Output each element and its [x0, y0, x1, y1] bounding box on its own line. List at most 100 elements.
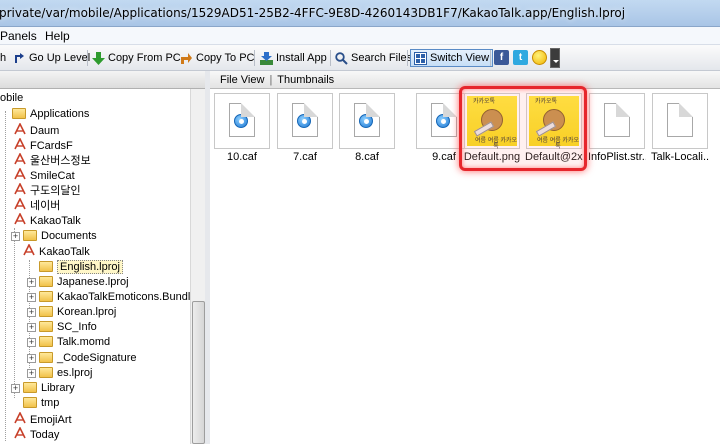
smiley-icon[interactable] [532, 50, 547, 65]
tree-item[interactable]: EmojiArt [2, 411, 72, 426]
file-thumbnail [277, 93, 333, 149]
file-thumbnail [339, 93, 395, 149]
expand-toggle[interactable]: + [27, 323, 36, 332]
document-icon [292, 103, 318, 137]
switch-view-label: Switch View [430, 52, 490, 64]
refresh-label: h [0, 52, 7, 64]
window-titlebar: private/var/mobile/Applications/1529AD51… [0, 0, 720, 27]
tree-item[interactable]: + SC_Info [27, 319, 97, 334]
file-view-label[interactable]: File View [220, 74, 264, 86]
tree-item[interactable]: Applications [0, 106, 89, 121]
tree-item[interactable]: + KakaoTalkEmoticons.Bundle [27, 289, 196, 304]
copy-to-pc-label: Copy To PC [196, 52, 255, 64]
tree-item[interactable]: KakaoTalk [11, 243, 90, 258]
file-item[interactable]: 7.caf [276, 93, 334, 163]
tree-item[interactable]: SmileCat [2, 167, 75, 182]
tree-item[interactable]: Daum [2, 122, 59, 137]
toolbar: h Go Up Level Copy From PC Copy To PC In… [0, 45, 720, 71]
tree-item[interactable]: FCardsF [2, 137, 73, 152]
tree-item[interactable]: + Japanese.lproj [27, 274, 129, 289]
scrollbar-thumb[interactable] [192, 301, 205, 444]
file-name: InfoPlist.str... [588, 151, 646, 163]
go-up-button[interactable]: Go Up Level [13, 49, 90, 67]
search-files-button[interactable]: Search Files [335, 49, 412, 67]
menu-bar: Panels Help [0, 27, 720, 45]
go-up-label: Go Up Level [29, 52, 91, 64]
tree-item-label: tmp [41, 397, 60, 409]
copy-to-pc-icon [180, 52, 193, 65]
tree-item[interactable]: + _CodeSignature [27, 350, 137, 365]
folder-icon [39, 336, 53, 347]
document-icon [667, 103, 693, 137]
toolbar-overflow-button[interactable] [550, 48, 560, 68]
file-name: 8.caf [355, 151, 379, 163]
tree-item[interactable]: KakaoTalk [2, 212, 81, 227]
copy-from-pc-label: Copy From PC [108, 52, 181, 64]
folder-tree-pane: obile Applications Daum FCardsF 울산버스정보 SmileC… [0, 71, 205, 444]
tree-item[interactable]: tmp [11, 395, 59, 410]
tree-item[interactable]: 울산버스정보 [2, 152, 91, 167]
tree-item[interactable]: + es.lproj [27, 365, 92, 380]
expand-toggle[interactable]: + [27, 338, 36, 347]
file-name: Talk-Locali... [651, 151, 709, 163]
toolbar-separator [254, 50, 255, 66]
app-icon [14, 167, 26, 180]
tree-item[interactable]: English.lproj [27, 259, 123, 274]
app-icon [14, 152, 26, 165]
expand-toggle[interactable]: + [27, 278, 36, 287]
tree-item[interactable]: Today [2, 426, 59, 441]
menu-panels[interactable]: Panels [0, 27, 37, 45]
app-icon [14, 411, 26, 424]
tree-item-label: KakaoTalk [30, 215, 81, 227]
file-item[interactable]: 8.caf [338, 93, 396, 163]
menu-help[interactable]: Help [45, 27, 70, 45]
folder-icon [39, 261, 53, 272]
switch-view-icon [414, 51, 427, 65]
document-icon [604, 103, 630, 137]
install-app-label: Install App [276, 52, 327, 64]
window-title: private/var/mobile/Applications/1529AD51… [0, 6, 626, 20]
tree-item-label: 구도의달인 [30, 185, 81, 197]
twitter-icon[interactable]: t [513, 50, 528, 65]
expand-toggle[interactable]: + [27, 293, 36, 302]
file-item[interactable]: Talk-Locali... [651, 93, 709, 163]
copy-from-pc-button[interactable]: Copy From PC [92, 49, 181, 67]
tree-scrollbar[interactable] [190, 89, 205, 444]
expand-toggle[interactable]: + [27, 308, 36, 317]
up-arrow-icon [13, 52, 26, 65]
file-thumbnail [214, 93, 270, 149]
audio-badge-icon [359, 114, 373, 128]
tree-item-label: Daum [30, 125, 60, 137]
expand-toggle[interactable]: + [27, 354, 36, 363]
copy-to-pc-button[interactable]: Copy To PC [180, 49, 255, 67]
tree-item[interactable]: + Korean.lproj [27, 304, 116, 319]
tree-item-label: 울산버스정보 [30, 155, 91, 167]
folder-icon [23, 397, 37, 408]
toolbar-separator [490, 50, 491, 66]
refresh-button[interactable]: h [0, 49, 6, 67]
tree-item[interactable]: 구도의달인 [2, 182, 81, 197]
folder-icon [39, 352, 53, 363]
tree-item[interactable]: + Talk.momd [27, 334, 110, 349]
expand-toggle[interactable]: + [27, 369, 36, 378]
tree-item-label: EmojiArt [30, 414, 72, 426]
file-item[interactable]: 10.caf [213, 93, 271, 163]
thumbnails-label[interactable]: Thumbnails [277, 74, 334, 86]
facebook-icon[interactable]: f [494, 50, 509, 65]
file-name: 10.caf [227, 151, 257, 163]
switch-view-button[interactable]: Switch View [410, 49, 494, 67]
tree-item[interactable]: + Documents [11, 228, 97, 243]
expand-toggle[interactable]: + [11, 232, 20, 241]
audio-badge-icon [436, 114, 450, 128]
tree-item[interactable]: 네이버 [2, 197, 60, 212]
file-item[interactable]: InfoPlist.str... [588, 93, 646, 163]
folder-icon [39, 367, 53, 378]
search-icon [335, 51, 348, 65]
tree-item-label: KakaoTalk [39, 246, 90, 258]
tree-item[interactable]: obile [0, 91, 23, 106]
expand-toggle[interactable]: + [11, 384, 20, 393]
tree-item[interactable]: + Library [11, 380, 75, 395]
install-app-button[interactable]: Install App [260, 49, 327, 67]
folder-icon [39, 321, 53, 332]
folder-icon [39, 276, 53, 287]
